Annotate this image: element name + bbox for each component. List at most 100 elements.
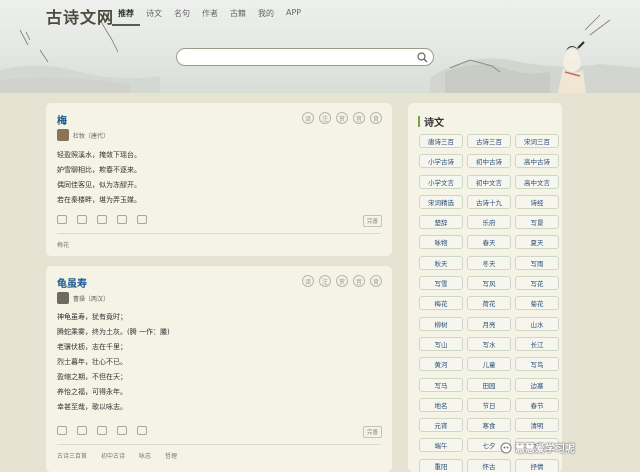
poem-line: 若在秦楼畔，堪为弄玉媒。 — [57, 196, 141, 204]
complete-button[interactable]: 完善 — [362, 215, 382, 227]
recite-icon[interactable]: 背 — [370, 275, 382, 287]
watermark-logo-icon — [500, 442, 512, 453]
recite-icon[interactable]: 背 — [370, 112, 382, 124]
complete-button[interactable]: 完善 — [362, 426, 382, 438]
divider — [57, 444, 381, 445]
category-link[interactable]: 写雨 — [515, 255, 559, 270]
nav-item-mine[interactable]: 我的 — [252, 0, 280, 26]
category-link[interactable]: 地名 — [419, 397, 463, 412]
category-link[interactable]: 元宵 — [419, 418, 463, 433]
like-icon[interactable] — [57, 426, 67, 435]
poem-title[interactable]: 龟虽寿 — [57, 275, 87, 290]
collect-icon[interactable] — [77, 215, 87, 224]
category-link[interactable]: 高中古诗 — [515, 154, 559, 169]
category-link[interactable]: 怀古 — [467, 458, 511, 472]
copy-icon[interactable] — [97, 215, 107, 224]
translate-icon[interactable]: 译 — [302, 275, 314, 287]
category-link[interactable]: 乐府 — [467, 215, 511, 230]
poem-line: 烈士暮年，壮心不已。 — [57, 358, 127, 366]
nav-item-recommend[interactable]: 推荐 — [112, 0, 140, 26]
category-link[interactable]: 古诗十九 — [467, 194, 511, 209]
category-link[interactable]: 初中文言 — [467, 174, 511, 189]
nav-item-poems[interactable]: 诗文 — [140, 0, 168, 26]
poem-tags: 梅花 — [57, 240, 69, 249]
category-link[interactable]: 重阳 — [419, 458, 463, 472]
category-link[interactable]: 诗经 — [515, 194, 559, 209]
category-link[interactable]: 春节 — [515, 397, 559, 412]
appreciate-icon[interactable]: 赏 — [336, 112, 348, 124]
author-name[interactable]: 曹操〔两汉〕 — [73, 294, 109, 303]
category-link[interactable]: 唐诗三百 — [419, 134, 463, 148]
author-avatar[interactable] — [57, 292, 69, 304]
category-link[interactable]: 端午 — [419, 438, 463, 453]
category-link[interactable]: 清明 — [515, 418, 559, 433]
author-name[interactable]: 杜牧〔唐代〕 — [73, 131, 109, 140]
search-icon[interactable] — [417, 52, 428, 63]
category-link[interactable]: 楚辞 — [419, 215, 463, 230]
category-link[interactable]: 菊花 — [515, 296, 559, 311]
nav-item-authors[interactable]: 作者 — [196, 0, 224, 26]
category-link[interactable]: 宋词精选 — [419, 194, 463, 209]
category-link[interactable]: 柳树 — [419, 316, 463, 331]
category-link[interactable]: 宋词三百 — [515, 134, 559, 148]
category-link[interactable]: 写花 — [515, 276, 559, 291]
category-link[interactable]: 写山 — [419, 336, 463, 351]
category-link[interactable]: 春天 — [467, 235, 511, 250]
poem-title[interactable]: 梅 — [57, 112, 67, 127]
search-input[interactable] — [176, 48, 434, 66]
category-link[interactable]: 写水 — [467, 336, 511, 351]
category-link[interactable]: 写景 — [515, 215, 559, 230]
category-link[interactable]: 儿童 — [467, 357, 511, 372]
category-link[interactable]: 写风 — [467, 276, 511, 291]
category-link[interactable]: 梅花 — [419, 296, 463, 311]
translate-icon[interactable]: 译 — [302, 112, 314, 124]
audio-icon[interactable]: 音 — [353, 112, 365, 124]
nav-item-quotes[interactable]: 名句 — [168, 0, 196, 26]
nav-item-app[interactable]: APP — [280, 0, 307, 26]
category-sidebar: 诗文 唐诗三百 古诗三百 宋词三百 小学古诗 初中古诗 高中古诗 小学文言 初中文言 高中文言宋… — [408, 103, 562, 472]
audio-icon[interactable]: 音 — [353, 275, 365, 287]
tag-link[interactable]: 古诗三百首 — [57, 451, 87, 460]
author-avatar[interactable] — [57, 129, 69, 141]
category-link[interactable]: 高中文言 — [515, 174, 559, 189]
share-icon[interactable] — [137, 426, 147, 435]
nav-item-classics[interactable]: 古籍 — [224, 0, 252, 26]
collect-icon[interactable] — [77, 426, 87, 435]
tag-link[interactable]: 哲理 — [165, 451, 177, 460]
category-link[interactable]: 秋天 — [419, 255, 463, 270]
copy-icon[interactable] — [97, 426, 107, 435]
category-link[interactable]: 小学文言 — [419, 174, 463, 189]
category-grid: 唐诗三百 古诗三百 宋词三百小学古诗 初中古诗 高中古诗小学文言 初中文言 高中文言宋词精选… — [419, 134, 559, 472]
category-link[interactable]: 夏天 — [515, 235, 559, 250]
category-link[interactable]: 黄河 — [419, 357, 463, 372]
category-link[interactable]: 抒情 — [515, 458, 559, 472]
category-link[interactable]: 月亮 — [467, 316, 511, 331]
category-link[interactable]: 田园 — [467, 377, 511, 392]
category-link[interactable]: 写雪 — [419, 276, 463, 291]
speaker-icon[interactable] — [117, 426, 127, 435]
poem-line: 妒雪聊相比，欺春不逐来。 — [57, 166, 141, 174]
category-link[interactable]: 节日 — [467, 397, 511, 412]
category-link[interactable]: 山水 — [515, 316, 559, 331]
category-link[interactable]: 冬天 — [467, 255, 511, 270]
tag-link[interactable]: 初中古诗 — [101, 451, 125, 460]
share-icon[interactable] — [137, 215, 147, 224]
category-link[interactable]: 写鸟 — [515, 357, 559, 372]
category-link[interactable]: 边塞 — [515, 377, 559, 392]
category-link[interactable]: 荷花 — [467, 296, 511, 311]
category-link[interactable]: 小学古诗 — [419, 154, 463, 169]
category-link[interactable]: 咏物 — [419, 235, 463, 250]
category-link[interactable]: 古诗三百 — [467, 134, 511, 148]
tag-link[interactable]: 咏志 — [139, 451, 151, 460]
category-link[interactable]: 长江 — [515, 336, 559, 351]
category-link[interactable]: 寒食 — [467, 418, 511, 433]
appreciate-icon[interactable]: 赏 — [336, 275, 348, 287]
like-icon[interactable] — [57, 215, 67, 224]
category-link[interactable]: 初中古诗 — [467, 154, 511, 169]
annotate-icon[interactable]: 注 — [319, 275, 331, 287]
site-logo[interactable]: 古诗文网 — [46, 4, 114, 28]
category-link[interactable]: 写马 — [419, 377, 463, 392]
tag-link[interactable]: 梅花 — [57, 240, 69, 249]
annotate-icon[interactable]: 注 — [319, 112, 331, 124]
speaker-icon[interactable] — [117, 215, 127, 224]
